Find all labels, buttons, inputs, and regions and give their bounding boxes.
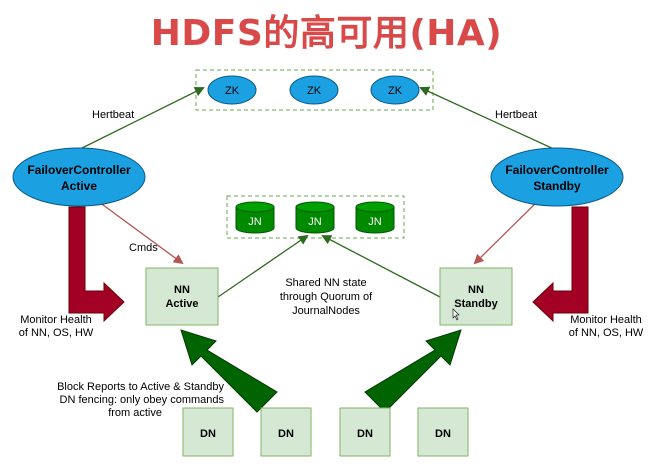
datanode-2-label: DN: [278, 428, 294, 440]
jn-node-3: JN: [355, 201, 395, 234]
ha-diagram: HDFS的高可用(HA) ZK ZK ZK JN JN JN FailoverC…: [0, 0, 653, 467]
zk-node-2-label: ZK: [307, 85, 322, 97]
datanode-4-label: DN: [435, 428, 451, 440]
jn-node-1-label: JN: [248, 216, 262, 228]
cmds-right-arrow: [473, 198, 541, 265]
datanode-3: DN: [339, 407, 391, 457]
shared-state-label: Shared NN state through Quorum of Journa…: [256, 276, 396, 318]
jn-node-2: JN: [295, 201, 335, 234]
block-report-arrow-standby: [364, 329, 462, 413]
monitor-right-arrow: [532, 206, 589, 323]
nn-active-line2: Active: [165, 298, 198, 310]
nn-active-line1: NN: [174, 284, 190, 296]
datanode-2: DN: [260, 407, 312, 457]
heartbeat-left-label: Hertbeat: [92, 109, 135, 121]
shared-state-line-2: through Quorum of: [279, 291, 373, 303]
nn-standby-line2: Standby: [454, 298, 498, 310]
fc-standby-line2: Standby: [533, 179, 581, 193]
monitor-right-line-2: of NN, OS, HW: [568, 327, 644, 339]
cmds-label: Cmds: [129, 242, 158, 254]
monitor-left-arrow: [68, 206, 125, 323]
zk-node-3: ZK: [370, 75, 420, 105]
nn-active-node: NN Active: [145, 267, 219, 326]
jn-node-2-label: JN: [308, 216, 322, 228]
monitor-left-line-2: of NN, OS, HW: [18, 327, 94, 339]
shared-state-line-1: Shared NN state: [285, 277, 367, 289]
monitor-left-line-1: Monitor Health: [20, 314, 92, 326]
datanode-4: DN: [417, 407, 469, 457]
monitor-right-label: Monitor Health of NN, OS, HW: [556, 314, 653, 340]
block-reports-line-1: Block Reports to Active & Standby: [57, 381, 224, 393]
zk-node-3-label: ZK: [388, 85, 403, 97]
fc-standby-line1: FailoverController: [505, 163, 609, 177]
datanode-3-label: DN: [357, 428, 373, 440]
block-reports-line-2: DN fencing: only obey commands: [59, 394, 224, 406]
nn-standby-node: NN Standby: [439, 267, 513, 326]
fc-active-line2: Active: [61, 179, 97, 193]
block-reports-line-3: from active: [108, 407, 162, 419]
heartbeat-right-label: Hertbeat: [495, 109, 538, 121]
shared-state-line-3: JournalNodes: [292, 305, 360, 317]
zk-node-1-label: ZK: [225, 85, 240, 97]
datanode-1-label: DN: [200, 428, 216, 440]
block-reports-label: Block Reports to Active & Standby DN fen…: [18, 381, 224, 420]
failover-controller-standby: FailoverController Standby: [490, 147, 624, 207]
zk-node-2: ZK: [289, 75, 339, 105]
fc-active-line1: FailoverController: [27, 163, 131, 177]
monitor-left-label: Monitor Health of NN, OS, HW: [6, 314, 106, 340]
jn-node-3-label: JN: [368, 216, 382, 228]
zk-node-1: ZK: [207, 75, 257, 105]
jn-node-1: JN: [235, 201, 275, 234]
failover-controller-active: FailoverController Active: [12, 147, 146, 207]
monitor-right-line-1: Monitor Health: [570, 314, 642, 326]
nn-standby-line1: NN: [468, 284, 484, 296]
